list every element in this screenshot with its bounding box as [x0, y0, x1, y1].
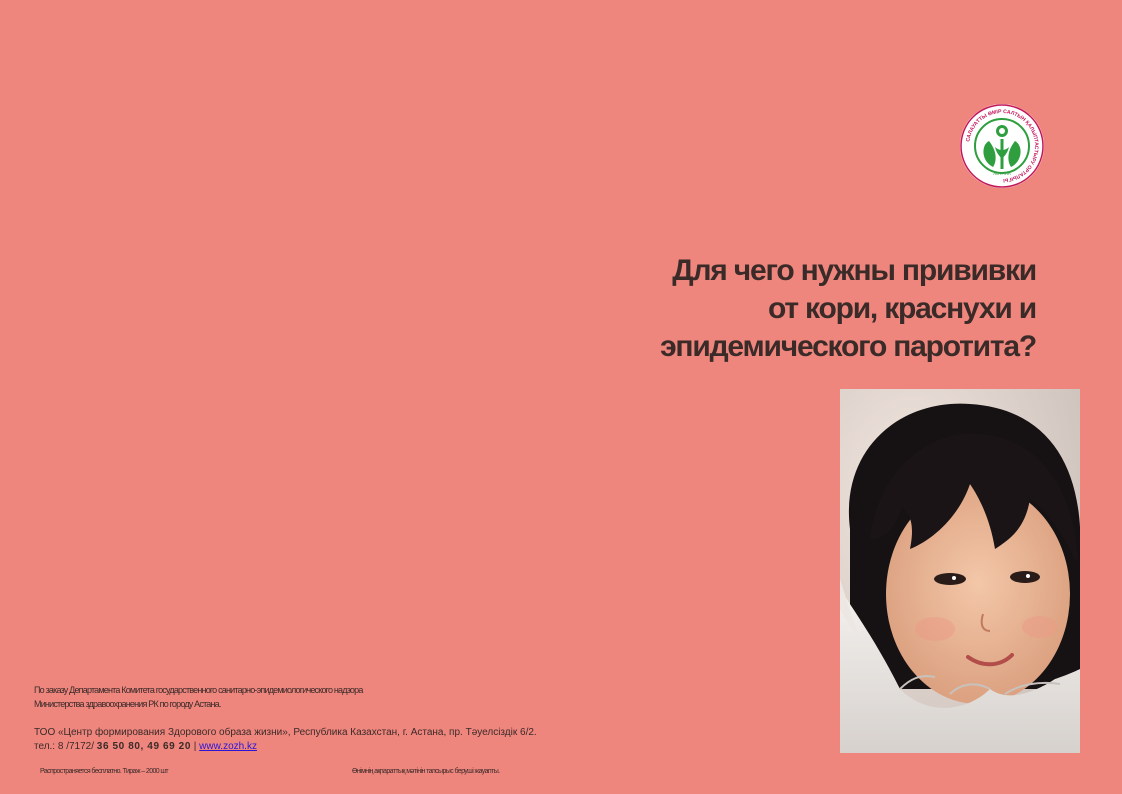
- organization-logo: САЛАУАТТЫ ӨМІР САЛТЫН ҚАЛЫПТАСТЫРУ ОРТАЛ…: [960, 104, 1044, 188]
- title-line-2: от кори, краснухи и: [768, 292, 1037, 325]
- kazakh-note: Өнімнің ақпараттық мәтінін тапсырыс беру…: [352, 768, 500, 775]
- contact-line: тел.: 8 /7172/ 36 50 80, 49 69 20 | www.…: [34, 741, 257, 752]
- logo-city: АСТАНА: [993, 171, 1011, 176]
- order-line-2: Министерства здравоохранения РК по город…: [34, 699, 221, 709]
- child-photo: [840, 389, 1080, 753]
- title-line-3: эпидемического паротита?: [660, 330, 1037, 363]
- brochure-title: Для чего нужны прививки от кори, краснух…: [600, 252, 1037, 366]
- distribution-note: Распространяется бесплатно. Тираж – 2000…: [40, 768, 169, 775]
- brochure-page: САЛАУАТТЫ ӨМІР САЛТЫН ҚАЛЫПТАСТЫРУ ОРТАЛ…: [0, 0, 1122, 794]
- organization-address: ТОО «Центр формирования Здорового образа…: [34, 727, 537, 738]
- order-line-1: По заказу Департамента Комитета государс…: [34, 685, 363, 695]
- website-link[interactable]: www.zozh.kz: [199, 741, 257, 752]
- phone-prefix: тел.: 8 /7172/: [34, 741, 97, 752]
- title-line-1: Для чего нужны прививки: [672, 254, 1037, 287]
- phone-numbers: 36 50 80, 49 69 20: [96, 741, 192, 752]
- contact-separator: |: [191, 741, 200, 752]
